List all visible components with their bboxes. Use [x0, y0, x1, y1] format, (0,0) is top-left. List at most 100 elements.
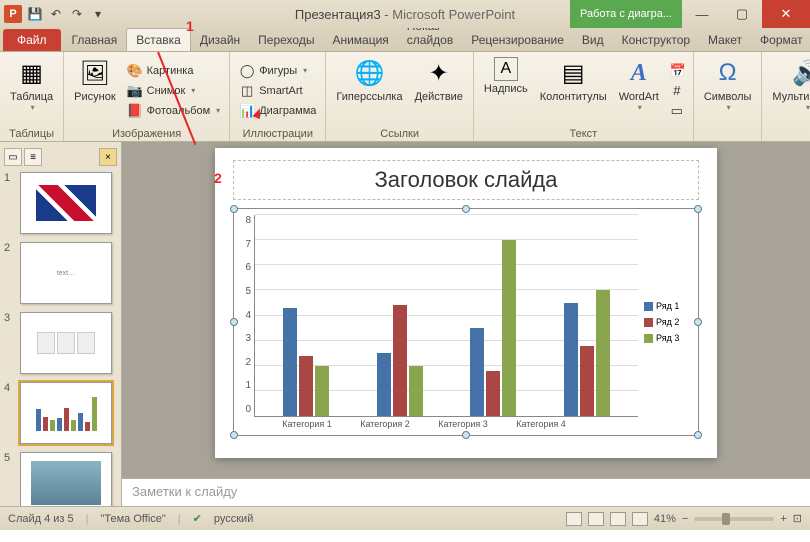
group-links: 🌐Гиперссылка ✦Действие Ссылки	[326, 52, 474, 141]
thumbnail-5[interactable]: 5	[4, 452, 117, 506]
object-button[interactable]: ▭	[667, 102, 687, 120]
group-symbols: ΩСимволы	[694, 52, 763, 141]
group-illustrations: ◯Фигуры ◫SmartArt 📊Диаграмма Иллюстрации	[230, 52, 326, 141]
number-button[interactable]: #	[667, 82, 687, 100]
group-images: 🖼 Рисунок 🎨Картинка 📷Снимок 📕Фотоальбом …	[64, 52, 230, 141]
tab-review[interactable]: Рецензирование	[462, 29, 573, 51]
theme-name: "Тема Office"	[101, 513, 166, 525]
save-icon[interactable]: 💾	[27, 6, 43, 22]
chart-tools-context-tab[interactable]: Работа с диагра...	[570, 0, 682, 28]
annotation-1: 1	[186, 18, 194, 34]
date-icon: 📅	[670, 63, 686, 79]
doc-name: Презентация3	[295, 7, 381, 22]
action-button[interactable]: ✦Действие	[411, 55, 467, 126]
chart-legend: Ряд 1Ряд 2Ряд 3	[638, 215, 692, 429]
redo-icon[interactable]: ↷	[69, 6, 85, 22]
omega-icon: Ω	[712, 57, 744, 89]
textbox-button[interactable]: AНадпись	[480, 55, 532, 126]
group-tables: ▦ Таблица Таблицы	[0, 52, 64, 141]
thumb-tab-outline[interactable]: ≡	[24, 148, 42, 166]
app-name: Microsoft PowerPoint	[392, 7, 515, 22]
statusbar: Слайд 4 из 5 | "Тема Office" | ✔ русский…	[0, 506, 810, 530]
slideshow-view-button[interactable]	[632, 512, 648, 526]
smartart-icon: ◫	[239, 83, 255, 99]
slide-thumbnails-panel: ▭ ≡ × 1 2text… 3 4 5	[0, 142, 122, 506]
qa-customize-icon[interactable]: ▾	[90, 6, 106, 22]
tab-design[interactable]: Дизайн	[191, 29, 249, 51]
picture-icon: 🖼	[79, 57, 111, 89]
table-icon: ▦	[16, 57, 48, 89]
undo-icon[interactable]: ↶	[48, 6, 64, 22]
thumbnail-4[interactable]: 4	[4, 382, 117, 444]
workspace: ▭ ≡ × 1 2text… 3 4 5 Заголовок слайда 01…	[0, 142, 810, 506]
header-footer-button[interactable]: ▤Колонтитулы	[536, 55, 611, 126]
chart-object[interactable]: 012345678 Категория 1Категория 2Категори…	[233, 208, 699, 436]
tab-chart-layout[interactable]: Макет	[699, 29, 751, 51]
thumbnail-1[interactable]: 1	[4, 172, 117, 234]
annotation-2: 2	[214, 170, 222, 186]
quick-access-toolbar: P 💾 ↶ ↷ ▾	[0, 5, 106, 23]
canvas-area[interactable]: Заголовок слайда 012345678 Категория 1Ка…	[122, 142, 810, 478]
symbols-button[interactable]: ΩСимволы	[700, 55, 756, 138]
notes-pane[interactable]: Заметки к слайду	[122, 478, 810, 506]
close-button[interactable]: ✕	[762, 0, 810, 28]
globe-icon: 🌐	[353, 57, 385, 89]
thumb-tab-slides[interactable]: ▭	[4, 148, 22, 166]
tab-chart-design[interactable]: Конструктор	[613, 29, 699, 51]
tab-chart-format[interactable]: Формат	[751, 29, 810, 51]
tab-transitions[interactable]: Переходы	[249, 29, 323, 51]
slide[interactable]: Заголовок слайда 012345678 Категория 1Ка…	[215, 148, 717, 458]
thumbnail-2[interactable]: 2text…	[4, 242, 117, 304]
shapes-icon: ◯	[239, 63, 255, 79]
zoom-level[interactable]: 41%	[654, 513, 676, 525]
date-button[interactable]: 📅	[667, 62, 687, 80]
minimize-button[interactable]: —	[682, 0, 722, 28]
picture-button[interactable]: 🖼 Рисунок	[70, 55, 120, 126]
tab-animations[interactable]: Анимация	[323, 29, 397, 51]
chart-button[interactable]: 📊Диаграмма	[236, 102, 319, 120]
zoom-in-button[interactable]: +	[780, 513, 786, 525]
header-footer-icon: ▤	[557, 57, 589, 89]
thumbnail-3[interactable]: 3	[4, 312, 117, 374]
photoalbum-icon: 📕	[127, 103, 143, 119]
fit-button[interactable]: ⊡	[793, 512, 802, 525]
thumb-panel-close[interactable]: ×	[99, 148, 117, 166]
hyperlink-button[interactable]: 🌐Гиперссылка	[332, 55, 406, 126]
slide-counter: Слайд 4 из 5	[8, 513, 74, 525]
tab-home[interactable]: Главная	[63, 29, 127, 51]
chart-plot	[254, 215, 638, 417]
tab-insert[interactable]: Вставка	[126, 28, 191, 51]
language[interactable]: русский	[214, 513, 253, 525]
zoom-out-button[interactable]: −	[682, 513, 688, 525]
tab-view[interactable]: Вид	[573, 29, 613, 51]
ribbon: ▦ Таблица Таблицы 🖼 Рисунок 🎨Картинка 📷С…	[0, 52, 810, 142]
group-media: 🔊Мультимедиа	[762, 52, 810, 141]
reading-view-button[interactable]	[610, 512, 626, 526]
chart-area: 012345678 Категория 1Категория 2Категори…	[240, 215, 692, 429]
sorter-view-button[interactable]	[588, 512, 604, 526]
x-axis-labels: Категория 1Категория 2Категория 3Категор…	[268, 417, 580, 429]
wordart-button[interactable]: AWordArt	[615, 55, 663, 126]
photoalbum-button[interactable]: 📕Фотоальбом	[124, 102, 224, 120]
group-text: AНадпись ▤Колонтитулы AWordArt 📅 # ▭ Тек…	[474, 52, 694, 141]
zoom-slider[interactable]	[694, 517, 774, 521]
media-button[interactable]: 🔊Мультимедиа	[768, 55, 810, 138]
ribbon-tabs: Файл Главная Вставка Дизайн Переходы Ани…	[0, 28, 810, 52]
speaker-icon: 🔊	[791, 57, 810, 89]
maximize-button[interactable]: ▢	[722, 0, 762, 28]
file-tab[interactable]: Файл	[3, 29, 61, 51]
normal-view-button[interactable]	[566, 512, 582, 526]
textbox-icon: A	[494, 57, 518, 81]
table-button[interactable]: ▦ Таблица	[6, 55, 57, 126]
app-icon[interactable]: P	[4, 5, 22, 23]
titlebar-right: Работа с диагра... — ▢ ✕	[570, 0, 810, 28]
shapes-button[interactable]: ◯Фигуры	[236, 62, 319, 80]
clipart-button[interactable]: 🎨Картинка	[124, 62, 224, 80]
slide-title-placeholder[interactable]: Заголовок слайда	[233, 160, 699, 200]
smartart-button[interactable]: ◫SmartArt	[236, 82, 319, 100]
action-icon: ✦	[423, 57, 455, 89]
spellcheck-icon[interactable]: ✔	[193, 512, 202, 525]
slide-editor: Заголовок слайда 012345678 Категория 1Ка…	[122, 142, 810, 506]
clipart-icon: 🎨	[127, 63, 143, 79]
y-axis: 012345678	[240, 215, 254, 429]
